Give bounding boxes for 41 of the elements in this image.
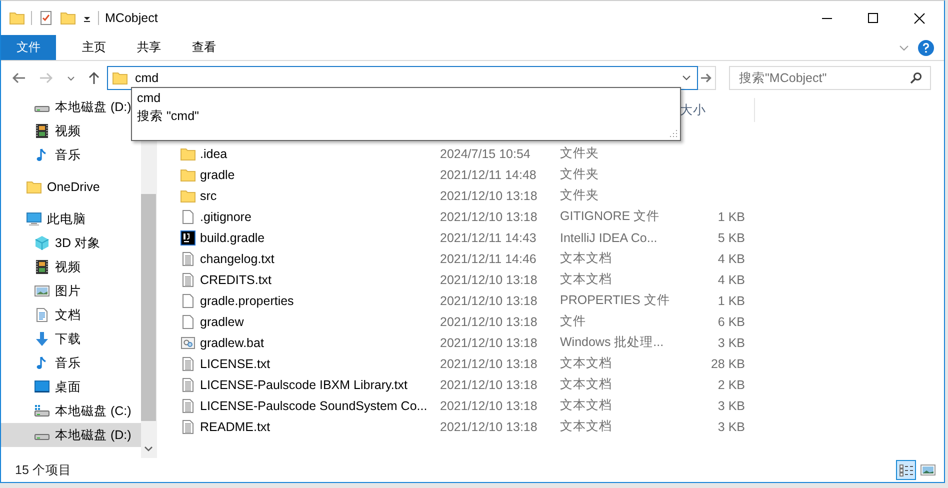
file-size: 4 KB xyxy=(718,272,745,286)
file-type: 文本文档 xyxy=(560,271,612,288)
file-size: 3 KB xyxy=(718,420,745,434)
file-type: 文本文档 xyxy=(560,418,612,435)
modified-date: 2021/12/11 14:43 xyxy=(440,230,536,244)
modified-date: 2021/12/10 13:18 xyxy=(440,420,538,434)
file-type: GITIGNORE 文件 xyxy=(560,208,660,225)
file-size: 5 KB xyxy=(718,230,745,244)
modified-date: 2021/12/10 13:18 xyxy=(440,294,538,308)
window-title: MCobject xyxy=(105,11,158,25)
file-type: 文本文档 xyxy=(560,355,612,372)
item-count: 15 个项目 xyxy=(15,462,72,478)
modified-date: 2024/7/15 10:54 xyxy=(440,146,530,160)
modified-date: 2021/12/10 13:18 xyxy=(440,188,538,202)
file-size: 28 KB xyxy=(710,356,745,370)
file-type: 文件夹 xyxy=(560,187,599,204)
modified-date: 2021/12/10 13:18 xyxy=(440,398,538,412)
file-size: 4 KB xyxy=(718,252,745,266)
modified-date: 2021/12/11 14:46 xyxy=(440,252,536,266)
file-type: 文件夹 xyxy=(560,145,599,162)
file-size: 3 KB xyxy=(718,336,745,350)
modified-date: 2021/12/10 13:18 xyxy=(440,378,538,392)
file-size: 1 KB xyxy=(718,210,745,224)
file-type: 文件夹 xyxy=(560,166,599,183)
modified-date: 2021/12/10 13:18 xyxy=(440,272,538,286)
file-type: IntelliJ IDEA Co... xyxy=(560,230,658,244)
modified-date: 2021/12/11 14:48 xyxy=(440,168,536,182)
file-type: Windows 批处理... xyxy=(560,334,664,351)
file-type: 文本文档 xyxy=(560,376,612,393)
modified-date: 2021/12/10 13:18 xyxy=(440,336,538,350)
file-type: 文件 xyxy=(560,313,586,330)
file-type: 文本文档 xyxy=(560,250,612,267)
modified-date: 2021/12/10 13:18 xyxy=(440,356,538,370)
file-type: 文本文档 xyxy=(560,397,612,414)
file-size: 1 KB xyxy=(718,294,745,308)
file-type: PROPERTIES 文件 xyxy=(560,292,670,309)
file-size: 6 KB xyxy=(718,314,745,328)
modified-date: 2021/12/10 13:18 xyxy=(440,314,538,328)
file-size: 2 KB xyxy=(718,378,745,392)
file-size: 3 KB xyxy=(718,398,745,412)
modified-date: 2021/12/10 13:18 xyxy=(440,210,538,224)
